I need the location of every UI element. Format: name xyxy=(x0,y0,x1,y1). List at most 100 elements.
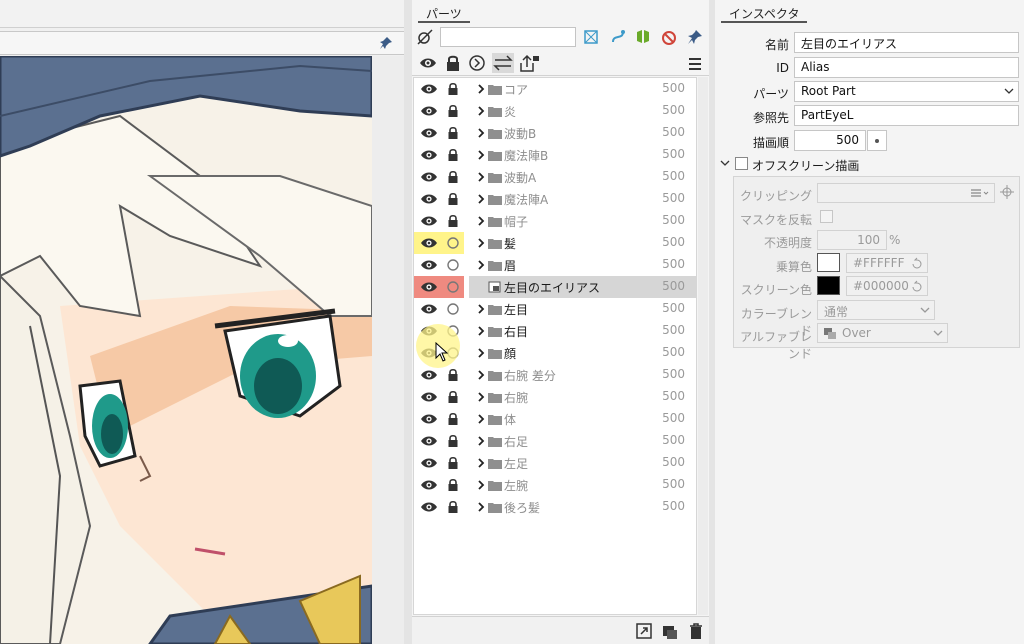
expand-arrow-icon[interactable] xyxy=(476,368,486,382)
offscreen-checkbox[interactable] xyxy=(735,157,748,170)
part-row[interactable]: 左足 500 xyxy=(414,452,697,474)
part-row[interactable]: 髪 500 xyxy=(414,232,697,254)
unlocked-circle-icon[interactable] xyxy=(445,279,461,295)
part-row[interactable]: 魔法陣A 500 xyxy=(414,188,697,210)
menu-icon[interactable] xyxy=(686,55,704,73)
alpha-blend-select[interactable]: Over xyxy=(817,323,948,343)
id-field[interactable]: Alias xyxy=(794,57,1019,78)
opacity-field[interactable]: 100 xyxy=(817,230,887,250)
eye-icon[interactable] xyxy=(419,169,439,185)
part-row[interactable]: 右腕 500 xyxy=(414,386,697,408)
expand-arrow-icon[interactable] xyxy=(476,412,486,426)
trash-icon[interactable] xyxy=(687,622,705,640)
part-row[interactable]: 眉 500 xyxy=(414,254,697,276)
eye-icon[interactable] xyxy=(419,279,439,295)
new-folder-icon[interactable] xyxy=(661,622,679,640)
part-row[interactable]: 後ろ髪 500 xyxy=(414,496,697,518)
no-entry-icon[interactable] xyxy=(660,28,678,46)
lock-icon[interactable] xyxy=(444,54,462,72)
part-row[interactable]: 魔法陣B 500 xyxy=(414,144,697,166)
eye-icon[interactable] xyxy=(419,125,439,141)
multiply-color-swatch[interactable] xyxy=(817,253,840,272)
part-row[interactable]: 波動A 500 xyxy=(414,166,697,188)
part-row[interactable]: 左腕 500 xyxy=(414,474,697,496)
tab-inspector[interactable]: インスペクタ xyxy=(721,5,808,23)
expand-arrow-icon[interactable] xyxy=(476,192,486,206)
lock-icon[interactable] xyxy=(445,389,461,405)
eye-icon[interactable] xyxy=(419,81,439,97)
expand-arrow-icon[interactable] xyxy=(476,390,486,404)
target-icon[interactable] xyxy=(1000,185,1014,199)
eye-icon[interactable] xyxy=(419,455,439,471)
expand-arrow-icon[interactable] xyxy=(476,104,486,118)
left-splitter[interactable] xyxy=(404,0,412,644)
swap-icon[interactable] xyxy=(492,53,514,73)
expand-arrow-icon[interactable] xyxy=(476,148,486,162)
lock-icon[interactable] xyxy=(445,147,461,163)
mask-invert-checkbox[interactable] xyxy=(820,210,833,223)
pin-icon[interactable] xyxy=(686,28,704,46)
deformer-warp-icon[interactable] xyxy=(582,28,600,46)
jump-icon[interactable] xyxy=(635,622,653,640)
expand-arrow-icon[interactable] xyxy=(476,236,486,250)
expand-arrow-icon[interactable] xyxy=(476,302,486,316)
lock-icon[interactable] xyxy=(445,367,461,383)
draw-order-options-button[interactable] xyxy=(867,130,887,151)
pin-icon[interactable] xyxy=(378,35,394,51)
collapse-chevron-icon[interactable] xyxy=(720,159,730,167)
parts-search-input[interactable] xyxy=(440,27,576,47)
eye-icon[interactable] xyxy=(419,389,439,405)
expand-arrow-icon[interactable] xyxy=(476,434,486,448)
lock-icon[interactable] xyxy=(445,455,461,471)
part-row[interactable]: コア 500 xyxy=(414,78,697,100)
lock-icon[interactable] xyxy=(445,125,461,141)
eye-icon[interactable] xyxy=(419,191,439,207)
expand-arrow-icon[interactable] xyxy=(476,170,486,184)
reset-icon[interactable] xyxy=(910,257,924,271)
eye-icon[interactable] xyxy=(419,411,439,427)
part-row[interactable]: 右足 500 xyxy=(414,430,697,452)
lock-icon[interactable] xyxy=(445,499,461,515)
eye-icon[interactable] xyxy=(419,301,439,317)
part-row[interactable]: 波動B 500 xyxy=(414,122,697,144)
lock-icon[interactable] xyxy=(445,169,461,185)
expand-arrow-icon[interactable] xyxy=(476,258,486,272)
draw-order-field[interactable]: 500 xyxy=(794,130,866,151)
tab-parts[interactable]: パーツ xyxy=(418,5,470,23)
reset-icon[interactable] xyxy=(910,280,924,294)
eye-icon[interactable] xyxy=(419,103,439,119)
part-row[interactable]: 右腕 差分 500 xyxy=(414,364,697,386)
part-row[interactable]: 左目のエイリアス 500 xyxy=(414,276,697,298)
expand-arrow-icon[interactable] xyxy=(476,346,486,360)
parts-select[interactable]: Root Part xyxy=(794,81,1019,102)
expand-arrow-icon[interactable] xyxy=(476,214,486,228)
part-row[interactable]: 帽子 500 xyxy=(414,210,697,232)
eye-icon[interactable] xyxy=(419,147,439,163)
lock-icon[interactable] xyxy=(445,477,461,493)
eye-icon[interactable] xyxy=(419,213,439,229)
part-row[interactable]: 体 500 xyxy=(414,408,697,430)
clipping-field[interactable] xyxy=(817,183,995,203)
expand-arrow-icon[interactable] xyxy=(476,456,486,470)
color-blend-select[interactable]: 通常 xyxy=(817,300,935,320)
eye-icon[interactable] xyxy=(419,433,439,449)
lock-icon[interactable] xyxy=(445,433,461,449)
eye-icon[interactable] xyxy=(419,257,439,273)
glue-icon[interactable] xyxy=(634,28,652,46)
parts-scrollbar[interactable] xyxy=(698,77,708,615)
expand-arrow-icon[interactable] xyxy=(476,478,486,492)
unlocked-circle-icon[interactable] xyxy=(445,257,461,273)
expand-circle-icon[interactable] xyxy=(468,54,486,72)
eye-icon[interactable] xyxy=(419,54,437,72)
part-row[interactable]: 左目 500 xyxy=(414,298,697,320)
part-row[interactable]: 炎 500 xyxy=(414,100,697,122)
eye-icon[interactable] xyxy=(419,499,439,515)
expand-arrow-icon[interactable] xyxy=(476,500,486,514)
expand-arrow-icon[interactable] xyxy=(476,324,486,338)
lock-icon[interactable] xyxy=(445,81,461,97)
expand-arrow-icon[interactable] xyxy=(476,126,486,140)
export-lock-icon[interactable] xyxy=(518,53,540,73)
unlocked-circle-icon[interactable] xyxy=(445,235,461,251)
eye-icon[interactable] xyxy=(419,477,439,493)
lock-icon[interactable] xyxy=(445,213,461,229)
